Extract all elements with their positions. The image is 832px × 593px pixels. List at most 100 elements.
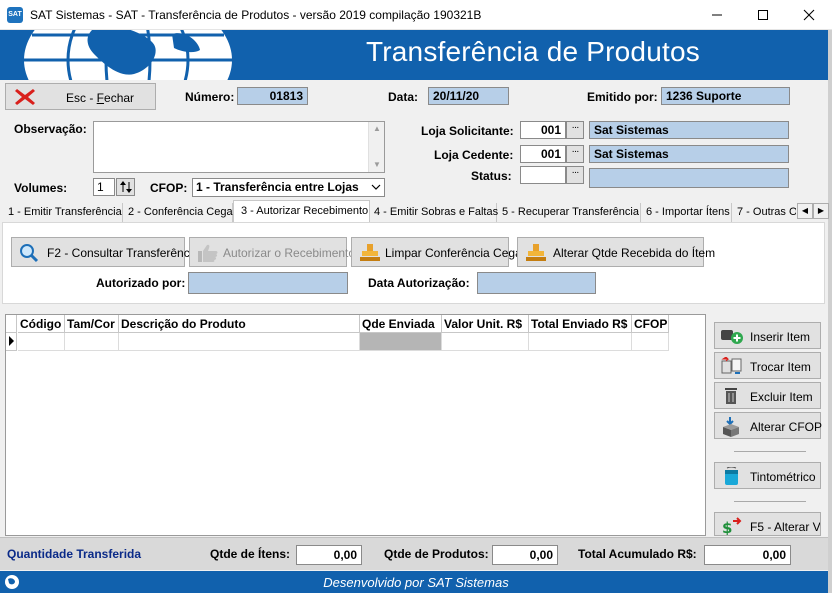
tab-recuperar-transferencia[interactable]: 5 - Recuperar Transferência (497, 203, 641, 222)
alterar-valor-label: F5 - Alterar Valor (750, 520, 820, 534)
tab-scroll-buttons: ◀ ▶ (797, 203, 829, 219)
consultar-transferencia-label: F2 - Consultar Transferência (47, 246, 200, 260)
status-name (589, 168, 789, 188)
excluir-item-button[interactable]: Excluir Item (714, 382, 821, 409)
tab-emitir-sobras-faltas[interactable]: 4 - Emitir Sobras e Faltas (370, 203, 498, 222)
window-title: SAT Sistemas - SAT - Transferência de Pr… (30, 8, 482, 22)
grid-corner (6, 315, 17, 333)
limpar-conferencia-button[interactable]: Limpar Conferência Cega (351, 237, 522, 267)
volumes-spin-button[interactable] (116, 178, 135, 196)
up-down-arrows-icon (119, 181, 132, 193)
maximize-button[interactable] (740, 0, 786, 30)
data-autorizacao-label: Data Autorização: (368, 276, 470, 290)
tab-conferencia-cega[interactable]: 2 - Conferência Cega (123, 203, 233, 222)
grid-cell-qde-enviada[interactable] (360, 333, 442, 351)
loja-solicitante-label: Loja Solicitante: (421, 124, 514, 138)
trash-icon (725, 388, 737, 404)
total-acumulado-label: Total Acumulado R$: (578, 547, 697, 561)
current-row-indicator (6, 333, 17, 351)
window-border (828, 30, 832, 593)
close-window-button[interactable] (786, 0, 832, 30)
minimize-icon (712, 14, 722, 16)
col-header-codigo[interactable]: Código (18, 315, 65, 333)
close-button[interactable]: Esc - Fechar (5, 83, 156, 110)
minimize-button[interactable] (694, 0, 740, 30)
alterar-cfop-label: Alterar CFOP (750, 420, 823, 434)
totals-title: Quantidade Transferida (7, 547, 142, 561)
inserir-item-label: Inserir Item (750, 330, 811, 344)
stamp-icon (360, 244, 380, 261)
qtde-itens-field: 0,00 (296, 545, 362, 565)
grid-cell-codigo[interactable] (18, 333, 65, 351)
thumbs-up-icon (198, 244, 218, 262)
autorizado-por-label: Autorizado por: (96, 276, 186, 290)
loja-solicitante-lookup-button[interactable]: ··· (566, 121, 584, 139)
emitido-field[interactable]: 1236 Suporte (661, 87, 790, 105)
tab-outras-opcoes[interactable]: 7 - Outras O (732, 203, 796, 222)
grid-cell-valor-unit[interactable] (442, 333, 529, 351)
data-autorizacao-field[interactable] (477, 272, 596, 294)
swap-item-icon (721, 357, 742, 374)
products-grid[interactable]: Código Tam/Cor Descrição do Produto Qde … (5, 314, 706, 536)
svg-text:$: $ (722, 519, 732, 536)
tab-autorizar-recebimento[interactable]: 3 - Autorizar Recebimento (233, 200, 370, 222)
alterar-valor-button[interactable]: $ F5 - Alterar Valor (714, 512, 821, 536)
col-header-valor-unit[interactable]: Valor Unit. R$ (442, 315, 529, 333)
loja-cedente-name: Sat Sistemas (589, 145, 789, 163)
alterar-cfop-button[interactable]: Alterar CFOP (714, 412, 823, 439)
emitido-label: Emitido por: (587, 90, 658, 104)
autorizado-por-field[interactable] (188, 272, 348, 294)
row-pointer-icon (9, 336, 14, 346)
col-header-qde-enviada[interactable]: Qde Enviada (360, 315, 442, 333)
grid-cell-descricao[interactable] (119, 333, 360, 351)
autorizar-recebimento-button[interactable]: Autorizar o Recebimento (189, 237, 355, 267)
limpar-conferencia-label: Limpar Conferência Cega (385, 246, 522, 260)
grid-cell-tam-cor[interactable] (65, 333, 119, 351)
numero-field[interactable]: 01813 (237, 87, 308, 105)
grid-cell-total-enviado[interactable] (529, 333, 632, 351)
header-banner: Transferência de Produtos (0, 30, 828, 80)
inserir-item-button[interactable]: Inserir Item (714, 322, 821, 349)
loja-cedente-lookup-button[interactable]: ··· (566, 145, 584, 163)
numero-label: Número: (185, 90, 235, 104)
col-header-tam-cor[interactable]: Tam/Cor (65, 315, 119, 333)
status-label: Status: (471, 169, 512, 183)
consultar-transferencia-button[interactable]: F2 - Consultar Transferência (11, 237, 199, 267)
col-header-total-enviado[interactable]: Total Enviado R$ (529, 315, 632, 333)
close-button-label: Esc - Fechar (66, 91, 135, 105)
box-arrow-icon (723, 417, 739, 437)
grid-cell-cfop[interactable] (632, 333, 669, 351)
status-lookup-button[interactable]: ··· (566, 166, 584, 184)
app-logo-icon[interactable]: SAT (7, 7, 23, 23)
autorizar-recebimento-label: Autorizar o Recebimento (223, 246, 356, 260)
loja-cedente-label: Loja Cedente: (434, 148, 514, 162)
tab-scroll-right-icon[interactable]: ▶ (813, 203, 829, 219)
maximize-icon (758, 10, 768, 20)
scroll-up-icon[interactable]: ▲ (373, 124, 381, 133)
tab-scroll-left-icon[interactable]: ◀ (797, 203, 813, 219)
trocar-item-button[interactable]: Trocar Item (714, 352, 821, 379)
tab-strip: 1 - Emitir Transferência 2 - Conferência… (0, 200, 828, 222)
side-divider (734, 451, 806, 452)
col-header-descricao[interactable]: Descrição do Produto (119, 315, 360, 333)
cfop-select[interactable]: 1 - Transferência entre Lojas (192, 178, 385, 197)
data-label: Data: (388, 90, 419, 104)
data-field[interactable]: 20/11/20 (428, 87, 509, 105)
qtde-produtos-field: 0,00 (492, 545, 558, 565)
observacao-input[interactable]: ▲ ▼ (93, 121, 385, 173)
magnifier-icon (20, 244, 39, 263)
col-header-cfop[interactable]: CFOP (632, 315, 669, 333)
status-code[interactable] (520, 166, 566, 184)
scroll-down-icon[interactable]: ▼ (373, 160, 381, 169)
loja-cedente-code[interactable]: 001 (520, 145, 566, 163)
volumes-input[interactable]: 1 (93, 178, 115, 196)
tab-importar-itens[interactable]: 6 - Importar Ítens (641, 203, 732, 222)
loja-solicitante-name: Sat Sistemas (589, 121, 789, 139)
cfop-label: CFOP: (150, 181, 188, 195)
loja-solicitante-code[interactable]: 001 (520, 121, 566, 139)
tintometrico-button[interactable]: Tintométrico (714, 462, 821, 489)
tab-emitir-transferencia[interactable]: 1 - Emitir Transferência (2, 203, 123, 222)
observacao-scrollbar[interactable]: ▲ ▼ (368, 122, 384, 172)
alterar-qtde-recebida-button[interactable]: Alterar Qtde Recebida do Ítem (517, 237, 715, 267)
qtde-itens-label: Qtde de Ítens: (210, 547, 291, 561)
